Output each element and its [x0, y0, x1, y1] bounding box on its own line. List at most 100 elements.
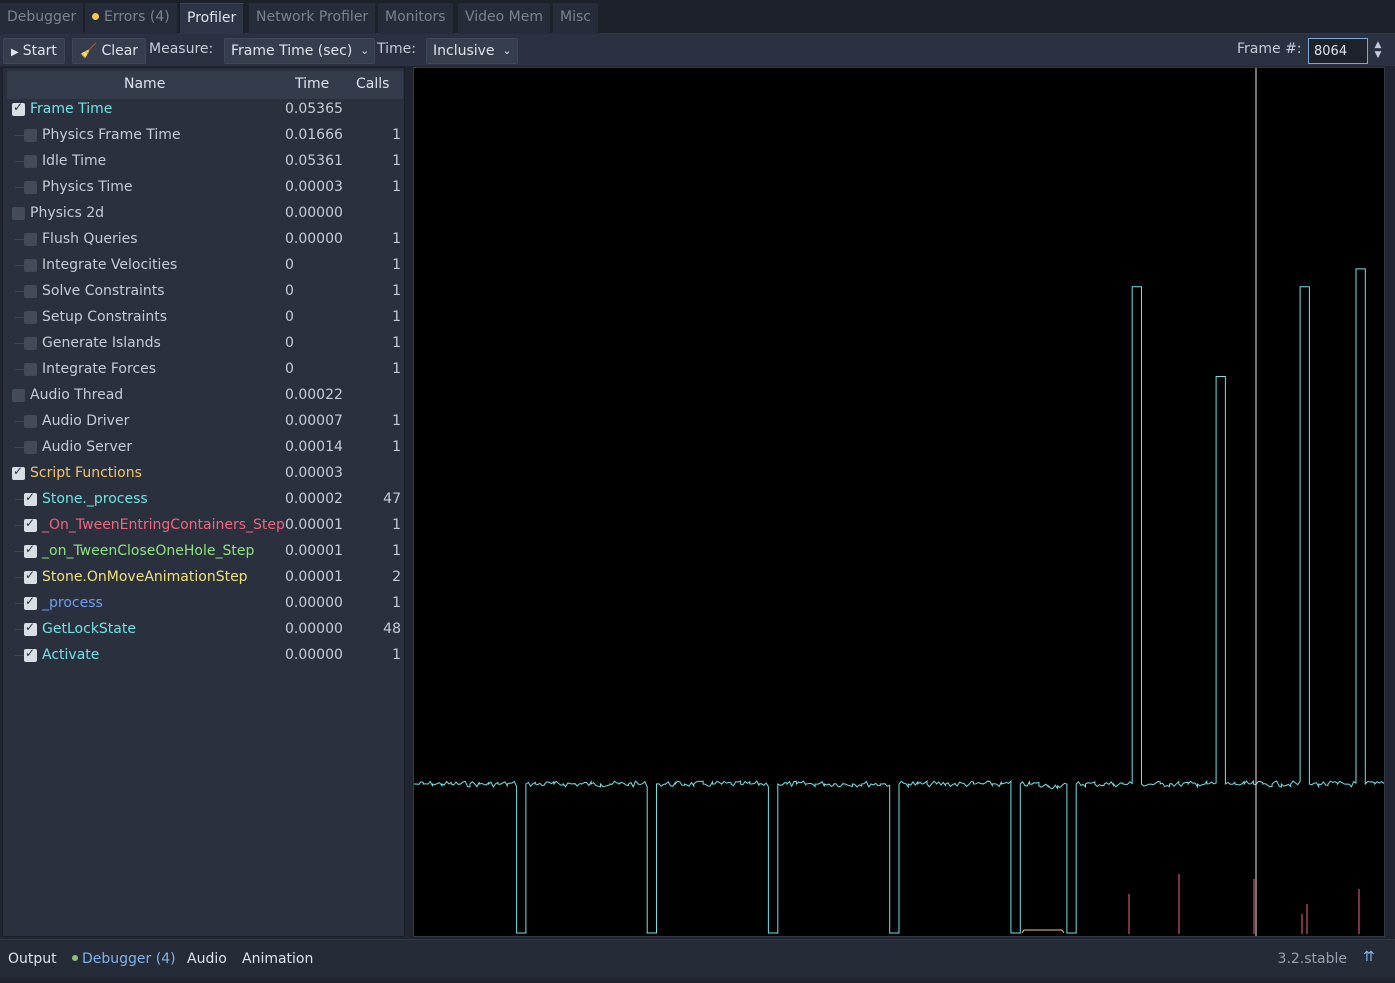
row-time: 0.00003 — [285, 465, 343, 481]
row-checkbox[interactable] — [12, 207, 25, 220]
row-checkbox[interactable] — [24, 285, 37, 298]
tree-row[interactable]: Integrate Velocities 0 1 — [3, 253, 403, 279]
bottom-tab-audio[interactable]: Audio — [187, 951, 227, 967]
script-functions-series-line — [1021, 929, 1065, 934]
row-checkbox[interactable] — [24, 363, 37, 376]
row-time: 0.00014 — [285, 439, 343, 455]
measure-select[interactable]: Frame Time (sec) ⌄ — [224, 38, 376, 64]
spin-arrows-icon[interactable]: ▲ ▼ — [1371, 40, 1385, 62]
tree-row[interactable]: Physics Frame Time 0.01666 1 — [3, 123, 403, 149]
row-checkbox[interactable] — [24, 594, 37, 610]
tree-row[interactable]: Audio Server 0.00014 1 — [3, 435, 403, 461]
tab-debugger[interactable]: Debugger — [0, 3, 85, 34]
tree-row[interactable]: Audio Driver 0.00007 1 — [3, 409, 403, 435]
row-checkbox[interactable] — [24, 233, 37, 246]
clear-button[interactable]: 🧹 Clear — [72, 38, 147, 64]
profiler-function-tree[interactable]: Name Time Calls Frame Time 0.05365 Physics… — [2, 67, 405, 937]
tree-row[interactable]: Integrate Forces 0 1 — [3, 357, 403, 383]
row-calls: 48 — [383, 621, 401, 637]
tab-profiler-label: Profiler — [187, 10, 237, 26]
tree-row[interactable]: Physics 2d 0.00000 — [3, 201, 403, 227]
row-checkbox[interactable] — [12, 100, 25, 116]
column-name-header[interactable]: Name — [124, 76, 165, 92]
tree-row[interactable]: Stone.OnMoveAnimationStep 0.00001 2 — [3, 565, 403, 591]
row-checkbox[interactable] — [24, 620, 37, 636]
row-name: Integrate Forces — [42, 361, 157, 377]
tree-row[interactable]: _On_TweenEntringContainers_Step0.00001 1 — [3, 513, 403, 539]
bottom-tab-debugger[interactable]: Debugger (4) — [72, 951, 176, 967]
row-checkbox[interactable] — [24, 337, 37, 350]
row-time: 0.00001 — [285, 543, 343, 559]
tab-video-mem[interactable]: Video Mem — [458, 3, 552, 34]
debugger-tab-bar: Debugger Errors (4) Profiler Network Pro… — [0, 0, 1395, 34]
tree-row[interactable]: Physics Time 0.00003 1 — [3, 175, 403, 201]
row-calls: 1 — [392, 517, 401, 533]
row-checkbox[interactable] — [24, 129, 37, 142]
tree-row[interactable]: Idle Time 0.05361 1 — [3, 149, 403, 175]
start-button[interactable]: ▶ Start — [3, 38, 65, 64]
frame-number-spinbox[interactable]: ▲▼ — [1308, 38, 1388, 64]
tree-row[interactable]: Script Functions 0.00003 — [3, 461, 403, 487]
row-checkbox[interactable] — [12, 464, 25, 480]
tab-video-mem-label: Video Mem — [465, 9, 544, 25]
row-time: 0 — [285, 335, 294, 351]
row-checkbox[interactable] — [24, 516, 37, 532]
row-checkbox[interactable] — [24, 441, 37, 454]
row-calls: 1 — [392, 647, 401, 663]
tree-row[interactable]: GetLockState 0.00000 48 — [3, 617, 403, 643]
row-calls: 1 — [392, 257, 401, 273]
time-select-value: Inclusive — [433, 43, 495, 59]
row-name: Frame Time — [30, 101, 113, 117]
tab-errors[interactable]: Errors (4) — [85, 3, 178, 34]
tab-profiler[interactable]: Profiler — [180, 3, 245, 34]
row-checkbox[interactable] — [24, 542, 37, 558]
row-checkbox[interactable] — [12, 389, 25, 402]
tree-row[interactable]: Stone._process 0.00002 47 — [3, 487, 403, 513]
tree-row[interactable]: Setup Constraints 0 1 — [3, 305, 403, 331]
row-name: Stone._process — [42, 491, 148, 507]
tree-row[interactable]: _on_TweenCloseOneHole_Step 0.00001 1 — [3, 539, 403, 565]
tree-row[interactable]: Solve Constraints 0 1 — [3, 279, 403, 305]
row-checkbox[interactable] — [24, 568, 37, 584]
row-name: Audio Thread — [30, 387, 124, 403]
profiler-graph[interactable] — [413, 67, 1385, 937]
column-time-header[interactable]: Time — [295, 76, 329, 92]
frame-time-graph-svg[interactable] — [414, 68, 1384, 936]
bottom-tab-animation[interactable]: Animation — [242, 951, 313, 967]
tab-misc[interactable]: Misc — [553, 3, 599, 34]
row-checkbox[interactable] — [24, 490, 37, 506]
column-calls-header[interactable]: Calls — [356, 76, 389, 92]
row-checkbox[interactable] — [24, 415, 37, 428]
row-time: 0.05365 — [285, 101, 343, 117]
frame-time-series-line — [414, 268, 1384, 934]
row-checkbox[interactable] — [24, 646, 37, 662]
tab-network-profiler[interactable]: Network Profiler — [249, 3, 377, 34]
bottom-tab-output[interactable]: Output — [8, 951, 57, 967]
row-name: GetLockState — [42, 621, 136, 637]
row-time: 0.00000 — [285, 205, 343, 221]
row-name: Flush Queries — [42, 231, 138, 247]
start-button-label: Start — [22, 43, 57, 59]
row-name: _on_TweenCloseOneHole_Step — [42, 543, 255, 559]
row-name: Physics 2d — [30, 205, 105, 221]
frame-number-label: Frame #: — [1237, 41, 1302, 57]
row-checkbox[interactable] — [24, 181, 37, 194]
row-time: 0.05361 — [285, 153, 343, 169]
tree-row[interactable]: Flush Queries 0.00000 1 — [3, 227, 403, 253]
tab-monitors[interactable]: Monitors — [378, 3, 454, 34]
tree-row[interactable]: _process 0.00000 1 — [3, 591, 403, 617]
row-checkbox[interactable] — [24, 311, 37, 324]
tree-row[interactable]: Frame Time 0.05365 — [3, 97, 403, 123]
tree-row[interactable]: Audio Thread 0.00022 — [3, 383, 403, 409]
time-select[interactable]: Inclusive ⌄ — [426, 38, 518, 64]
tree-row[interactable]: Generate Islands 0 1 — [3, 331, 403, 357]
frame-number-input[interactable] — [1308, 38, 1368, 64]
row-time: 0.00000 — [285, 647, 343, 663]
row-checkbox[interactable] — [24, 155, 37, 168]
row-name: Solve Constraints — [42, 283, 165, 299]
row-calls: 1 — [392, 153, 401, 169]
row-calls: 1 — [392, 309, 401, 325]
tree-row[interactable]: Activate 0.00000 1 — [3, 643, 403, 669]
row-checkbox[interactable] — [24, 259, 37, 272]
expand-panel-icon[interactable]: ⇈ — [1363, 949, 1379, 967]
